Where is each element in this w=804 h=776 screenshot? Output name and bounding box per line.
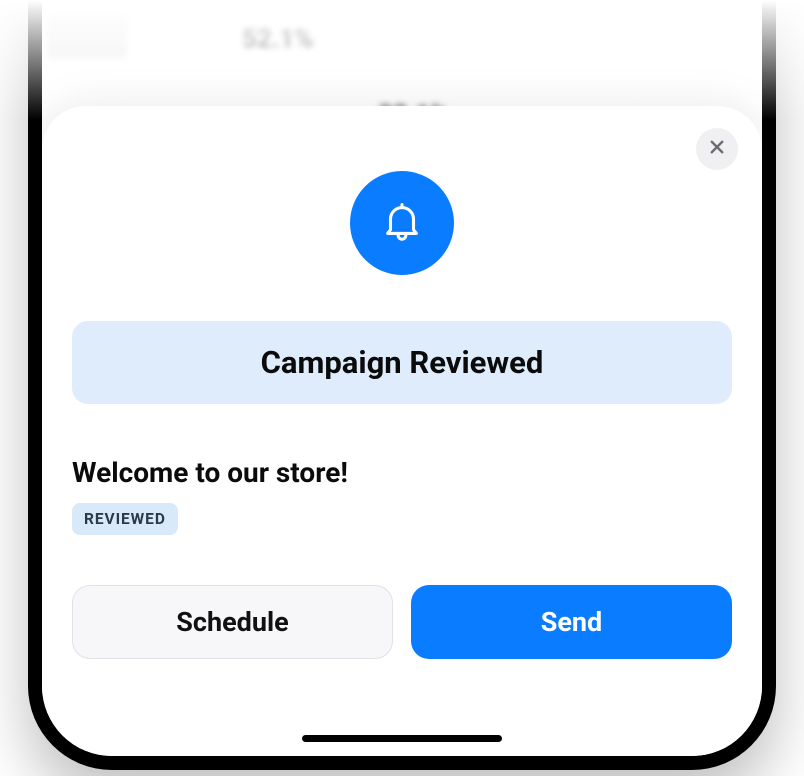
close-button[interactable] <box>696 128 738 170</box>
modal-sheet: Campaign Reviewed Welcome to our store! … <box>42 106 762 756</box>
bell-badge <box>350 171 454 275</box>
close-icon <box>708 138 726 160</box>
phone-frame: 52.1% 32.1% Campaign Reviewed <box>28 0 776 770</box>
bg-stat-top: 52.1% <box>242 24 314 54</box>
home-indicator[interactable] <box>302 735 502 742</box>
phone-screen: 52.1% 32.1% Campaign Reviewed <box>42 0 762 756</box>
banner-title: Campaign Reviewed <box>92 344 712 381</box>
bell-icon <box>379 198 425 248</box>
campaign-title: Welcome to our store! <box>72 456 732 489</box>
schedule-button[interactable]: Schedule <box>72 585 393 659</box>
review-banner: Campaign Reviewed <box>72 321 732 404</box>
send-button[interactable]: Send <box>411 585 732 659</box>
status-badge: REVIEWED <box>72 503 178 535</box>
action-row: Schedule Send <box>72 585 732 659</box>
